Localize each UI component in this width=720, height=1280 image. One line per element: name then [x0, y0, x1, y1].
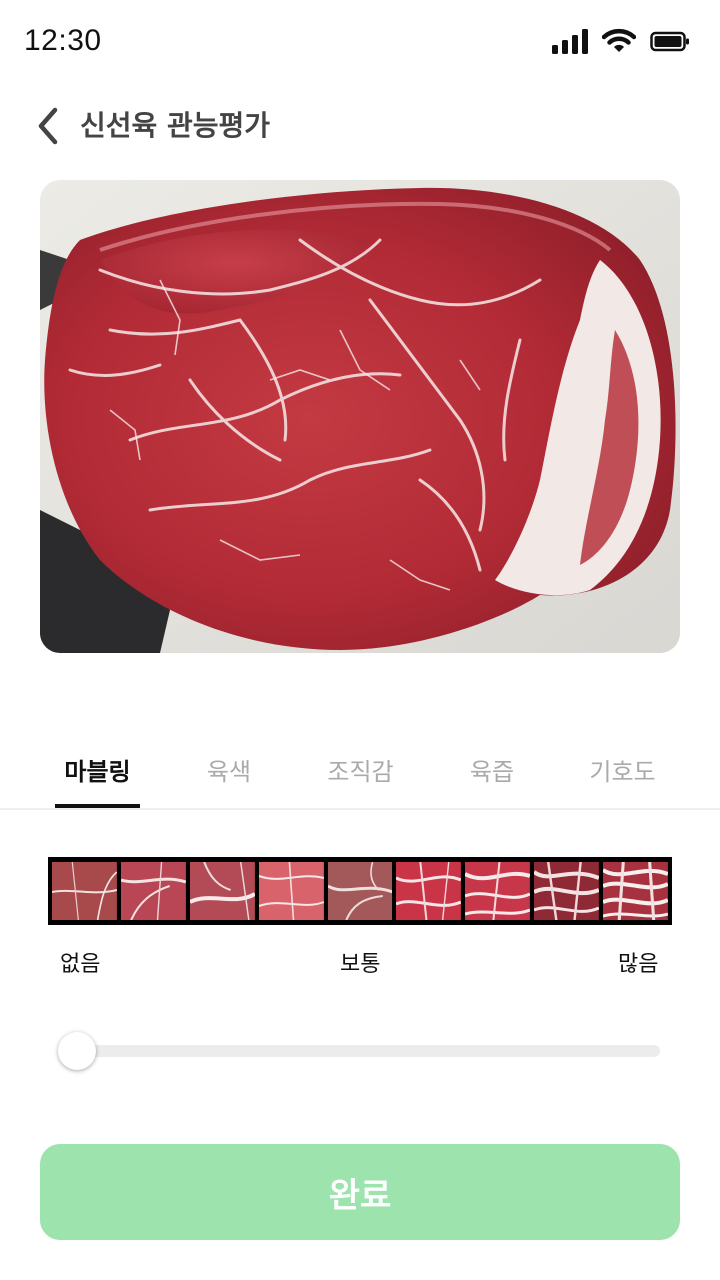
battery-icon	[650, 31, 689, 52]
marbling-reference-strip	[48, 857, 672, 925]
active-tab-indicator	[55, 804, 140, 808]
marbling-slider-thumb[interactable]	[58, 1032, 96, 1070]
tab-marbling[interactable]: 마블링	[55, 752, 140, 787]
scale-label-mid: 보통	[340, 952, 381, 977]
scale-label-low: 없음	[60, 952, 101, 977]
page-title: 신선육 관능평가	[80, 109, 271, 142]
status-icons	[552, 28, 690, 54]
tab-preference[interactable]: 기호도	[580, 752, 665, 787]
evaluation-tabs: 마블링 육색 조직감 육즙 기호도	[0, 730, 720, 810]
complete-button[interactable]: 완료	[40, 1144, 680, 1240]
scale-label-high: 많음	[618, 952, 659, 977]
status-bar: 12:30	[0, 0, 720, 84]
wifi-icon	[602, 28, 636, 52]
marbling-sample-5	[327, 862, 393, 920]
marbling-sample-1	[52, 862, 117, 920]
marbling-sample-8	[534, 862, 600, 920]
marbling-sample-7	[465, 862, 531, 920]
marbling-sample-2	[120, 862, 186, 920]
marbling-slider-track[interactable]	[60, 1045, 660, 1057]
chevron-left-icon	[38, 107, 58, 145]
status-time: 12:30	[24, 24, 102, 57]
app-screen: 12:30 신선육 관능평가 마블링 육색 조직감 육즙 기호도 없음 보통 많…	[0, 0, 720, 1280]
marbling-sample-3	[189, 862, 255, 920]
signal-icon	[552, 28, 588, 54]
header: 신선육 관능평가	[0, 96, 720, 156]
back-button[interactable]	[28, 102, 68, 150]
marbling-sample-9	[603, 862, 669, 920]
tab-texture[interactable]: 조직감	[318, 752, 403, 787]
marbling-sample-4	[258, 862, 324, 920]
marbling-sample-6	[396, 862, 462, 920]
tab-meat-color[interactable]: 육색	[189, 752, 269, 787]
meat-photo	[40, 180, 680, 653]
tab-juiciness[interactable]: 육즙	[452, 752, 532, 787]
